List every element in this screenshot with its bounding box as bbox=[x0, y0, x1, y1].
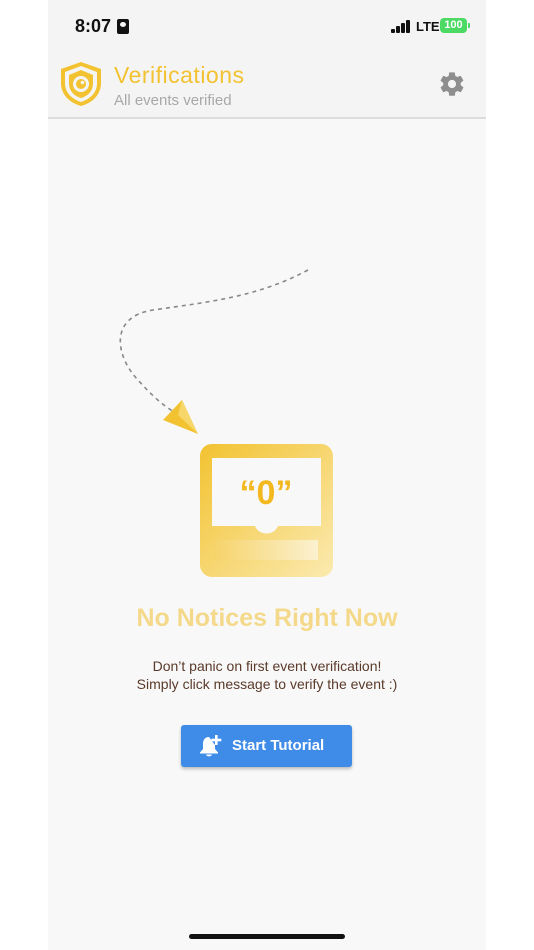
home-indicator[interactable] bbox=[189, 934, 345, 939]
settings-button[interactable] bbox=[438, 70, 466, 98]
empty-inbox-illustration: “0” bbox=[200, 444, 333, 577]
dashed-arrow-illustration bbox=[119, 269, 309, 434]
signal-strength-icon bbox=[391, 19, 413, 33]
battery-icon: 100 bbox=[440, 18, 467, 33]
start-tutorial-label: Start Tutorial bbox=[232, 737, 325, 754]
app-screen: 8:07 LTE 100 Verifications All events ve… bbox=[48, 0, 486, 950]
shield-eye-icon bbox=[61, 62, 101, 106]
page-title: Verifications bbox=[114, 62, 245, 88]
gear-icon bbox=[440, 72, 464, 96]
start-tutorial-button[interactable]: Start Tutorial bbox=[181, 725, 352, 767]
empty-state-message: Don’t panic on first event verification!… bbox=[48, 657, 486, 693]
network-type: LTE bbox=[416, 19, 440, 34]
contact-card-icon bbox=[117, 19, 129, 34]
bell-plus-icon bbox=[200, 735, 222, 757]
battery-tip bbox=[468, 23, 470, 28]
app-header: Verifications All events verified bbox=[48, 52, 486, 119]
notice-count: “0” bbox=[240, 474, 293, 512]
status-time: 8:07 bbox=[75, 16, 112, 36]
page-subtitle: All events verified bbox=[114, 92, 232, 109]
empty-message-line2: Simply click message to verify the event… bbox=[136, 676, 398, 692]
status-bar: 8:07 LTE 100 bbox=[48, 0, 486, 52]
empty-message-line1: Don’t panic on first event verification! bbox=[152, 658, 382, 674]
empty-state-title: No Notices Right Now bbox=[136, 604, 398, 632]
